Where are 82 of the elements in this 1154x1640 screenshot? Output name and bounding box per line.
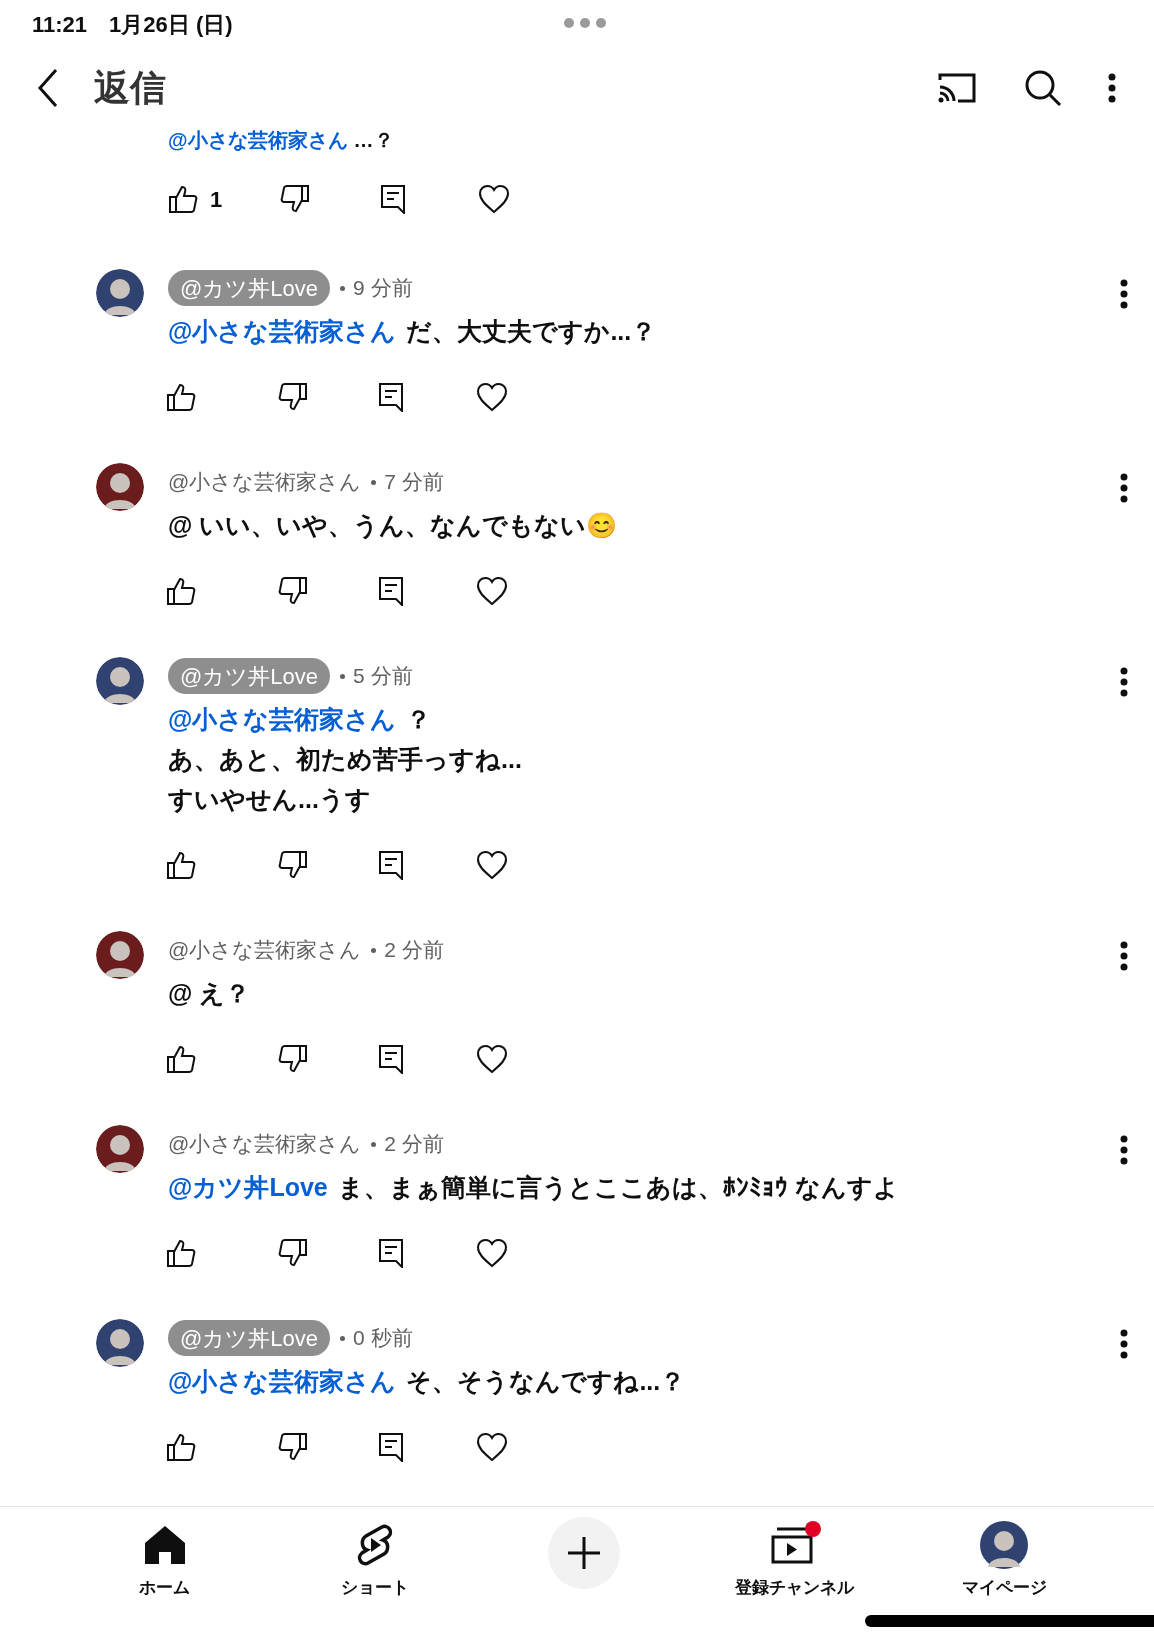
- thumbs-up-icon[interactable]: [166, 1238, 196, 1268]
- reply-icon[interactable]: [378, 382, 404, 412]
- nav-tab[interactable]: ホーム: [139, 1521, 191, 1640]
- author-badge[interactable]: @カツ丼Love: [168, 658, 331, 694]
- comment-text: @ え？: [168, 978, 251, 1009]
- author-name[interactable]: @小さな芸術家さん: [168, 466, 362, 498]
- heart-icon[interactable]: [476, 382, 508, 412]
- status-time: 11:21: [32, 10, 88, 39]
- mention-link[interactable]: @小さな芸術家さん: [168, 1361, 397, 1401]
- comment-time: 2 分前: [384, 1131, 444, 1158]
- reply-icon[interactable]: [378, 1044, 404, 1074]
- cast-icon[interactable]: [936, 71, 978, 105]
- avatar[interactable]: [96, 657, 144, 705]
- comment-text: …？: [353, 128, 394, 153]
- comment-time: 9 分前: [353, 275, 413, 302]
- like-count: 1: [210, 185, 223, 214]
- comment-text: あ、あと、初ため苦手っすね...: [168, 744, 522, 775]
- author-name[interactable]: @小さな芸術家さん: [168, 934, 362, 966]
- avatar[interactable]: [96, 1125, 144, 1173]
- reply-icon[interactable]: [378, 1238, 404, 1268]
- status-date: 1月26日 (日): [109, 10, 233, 39]
- comment-more-icon[interactable]: [1120, 473, 1128, 503]
- thumbs-down-icon[interactable]: [278, 576, 308, 606]
- author-badge[interactable]: @カツ丼Love: [168, 1320, 331, 1356]
- comment-more-icon[interactable]: [1120, 279, 1128, 309]
- thumbs-down-icon[interactable]: [278, 382, 308, 412]
- avatar[interactable]: [96, 931, 144, 979]
- comment-more-icon[interactable]: [1120, 941, 1128, 971]
- heart-icon[interactable]: [476, 1238, 508, 1268]
- reply-icon[interactable]: [378, 850, 404, 880]
- thumbs-up-icon[interactable]: [166, 382, 196, 412]
- avatar[interactable]: [96, 463, 144, 511]
- search-icon[interactable]: [1024, 69, 1062, 107]
- author-name[interactable]: @小さな芸術家さん: [168, 1128, 362, 1160]
- comment-text: ？: [406, 704, 432, 735]
- reply-icon[interactable]: [380, 184, 406, 214]
- plus-icon: [567, 1536, 602, 1570]
- mention-link[interactable]: @小さな芸術家さん: [168, 128, 348, 155]
- comment-more-icon[interactable]: [1120, 667, 1128, 697]
- nav-tab[interactable]: ショート: [340, 1521, 409, 1640]
- avatar[interactable]: [96, 269, 144, 317]
- thumbs-down-icon[interactable]: [278, 1432, 308, 1462]
- thumbs-up-icon[interactable]: [166, 850, 196, 880]
- heart-icon[interactable]: [476, 850, 508, 880]
- comment-time: 5 分前: [353, 663, 413, 690]
- mention-link[interactable]: @カツ丼Love: [168, 1167, 328, 1207]
- heart-icon[interactable]: [476, 576, 508, 606]
- more-icon[interactable]: [1108, 73, 1116, 103]
- multitask-dots-icon[interactable]: [564, 18, 606, 28]
- comment-text: そ、そうなんですね...？: [406, 1366, 686, 1397]
- thumbs-down-icon[interactable]: [278, 850, 308, 880]
- thumbs-up-icon[interactable]: [166, 576, 196, 606]
- comment-time: 7 分前: [384, 469, 444, 496]
- thumbs-up-icon[interactable]: [166, 1044, 196, 1074]
- reply-icon[interactable]: [378, 1432, 404, 1462]
- comment-text: だ、大丈夫ですか...？: [406, 316, 657, 347]
- mention-link[interactable]: @小さな芸術家さん: [168, 699, 397, 739]
- comment-text: すいやせん...うす: [168, 784, 371, 815]
- thumbs-down-icon[interactable]: [278, 1044, 308, 1074]
- home-icon: [143, 1525, 186, 1565]
- mention-link[interactable]: @小さな芸術家さん: [168, 311, 397, 351]
- author-badge[interactable]: @カツ丼Love: [168, 270, 331, 306]
- comment-time: 2 分前: [384, 937, 444, 964]
- nav-tab[interactable]: 登録チャンネル: [734, 1521, 854, 1640]
- thumbs-up-icon[interactable]: [166, 1432, 196, 1462]
- comment-text: ま、まぁ簡単に言うとここあは、ﾎﾝﾐｮｳ なんすよ: [337, 1172, 899, 1204]
- thumbs-up-icon[interactable]: [168, 184, 198, 214]
- comment-text: @ いい、いや、うん、なんでもない😊: [168, 510, 618, 541]
- shorts-icon: [355, 1524, 394, 1566]
- thumbs-down-icon[interactable]: [280, 184, 310, 214]
- thumbs-down-icon[interactable]: [278, 1238, 308, 1268]
- back-icon[interactable]: [36, 68, 60, 108]
- reply-icon[interactable]: [378, 576, 404, 606]
- page-title: 返信: [94, 66, 166, 110]
- heart-icon[interactable]: [476, 1432, 508, 1462]
- comment-time: 0 秒前: [353, 1325, 413, 1352]
- heart-icon[interactable]: [476, 1044, 508, 1074]
- avatar[interactable]: [96, 1319, 144, 1367]
- profile-avatar: [980, 1521, 1029, 1569]
- comment-more-icon[interactable]: [1120, 1135, 1128, 1165]
- comment-more-icon[interactable]: [1120, 1329, 1128, 1359]
- heart-icon[interactable]: [478, 184, 510, 214]
